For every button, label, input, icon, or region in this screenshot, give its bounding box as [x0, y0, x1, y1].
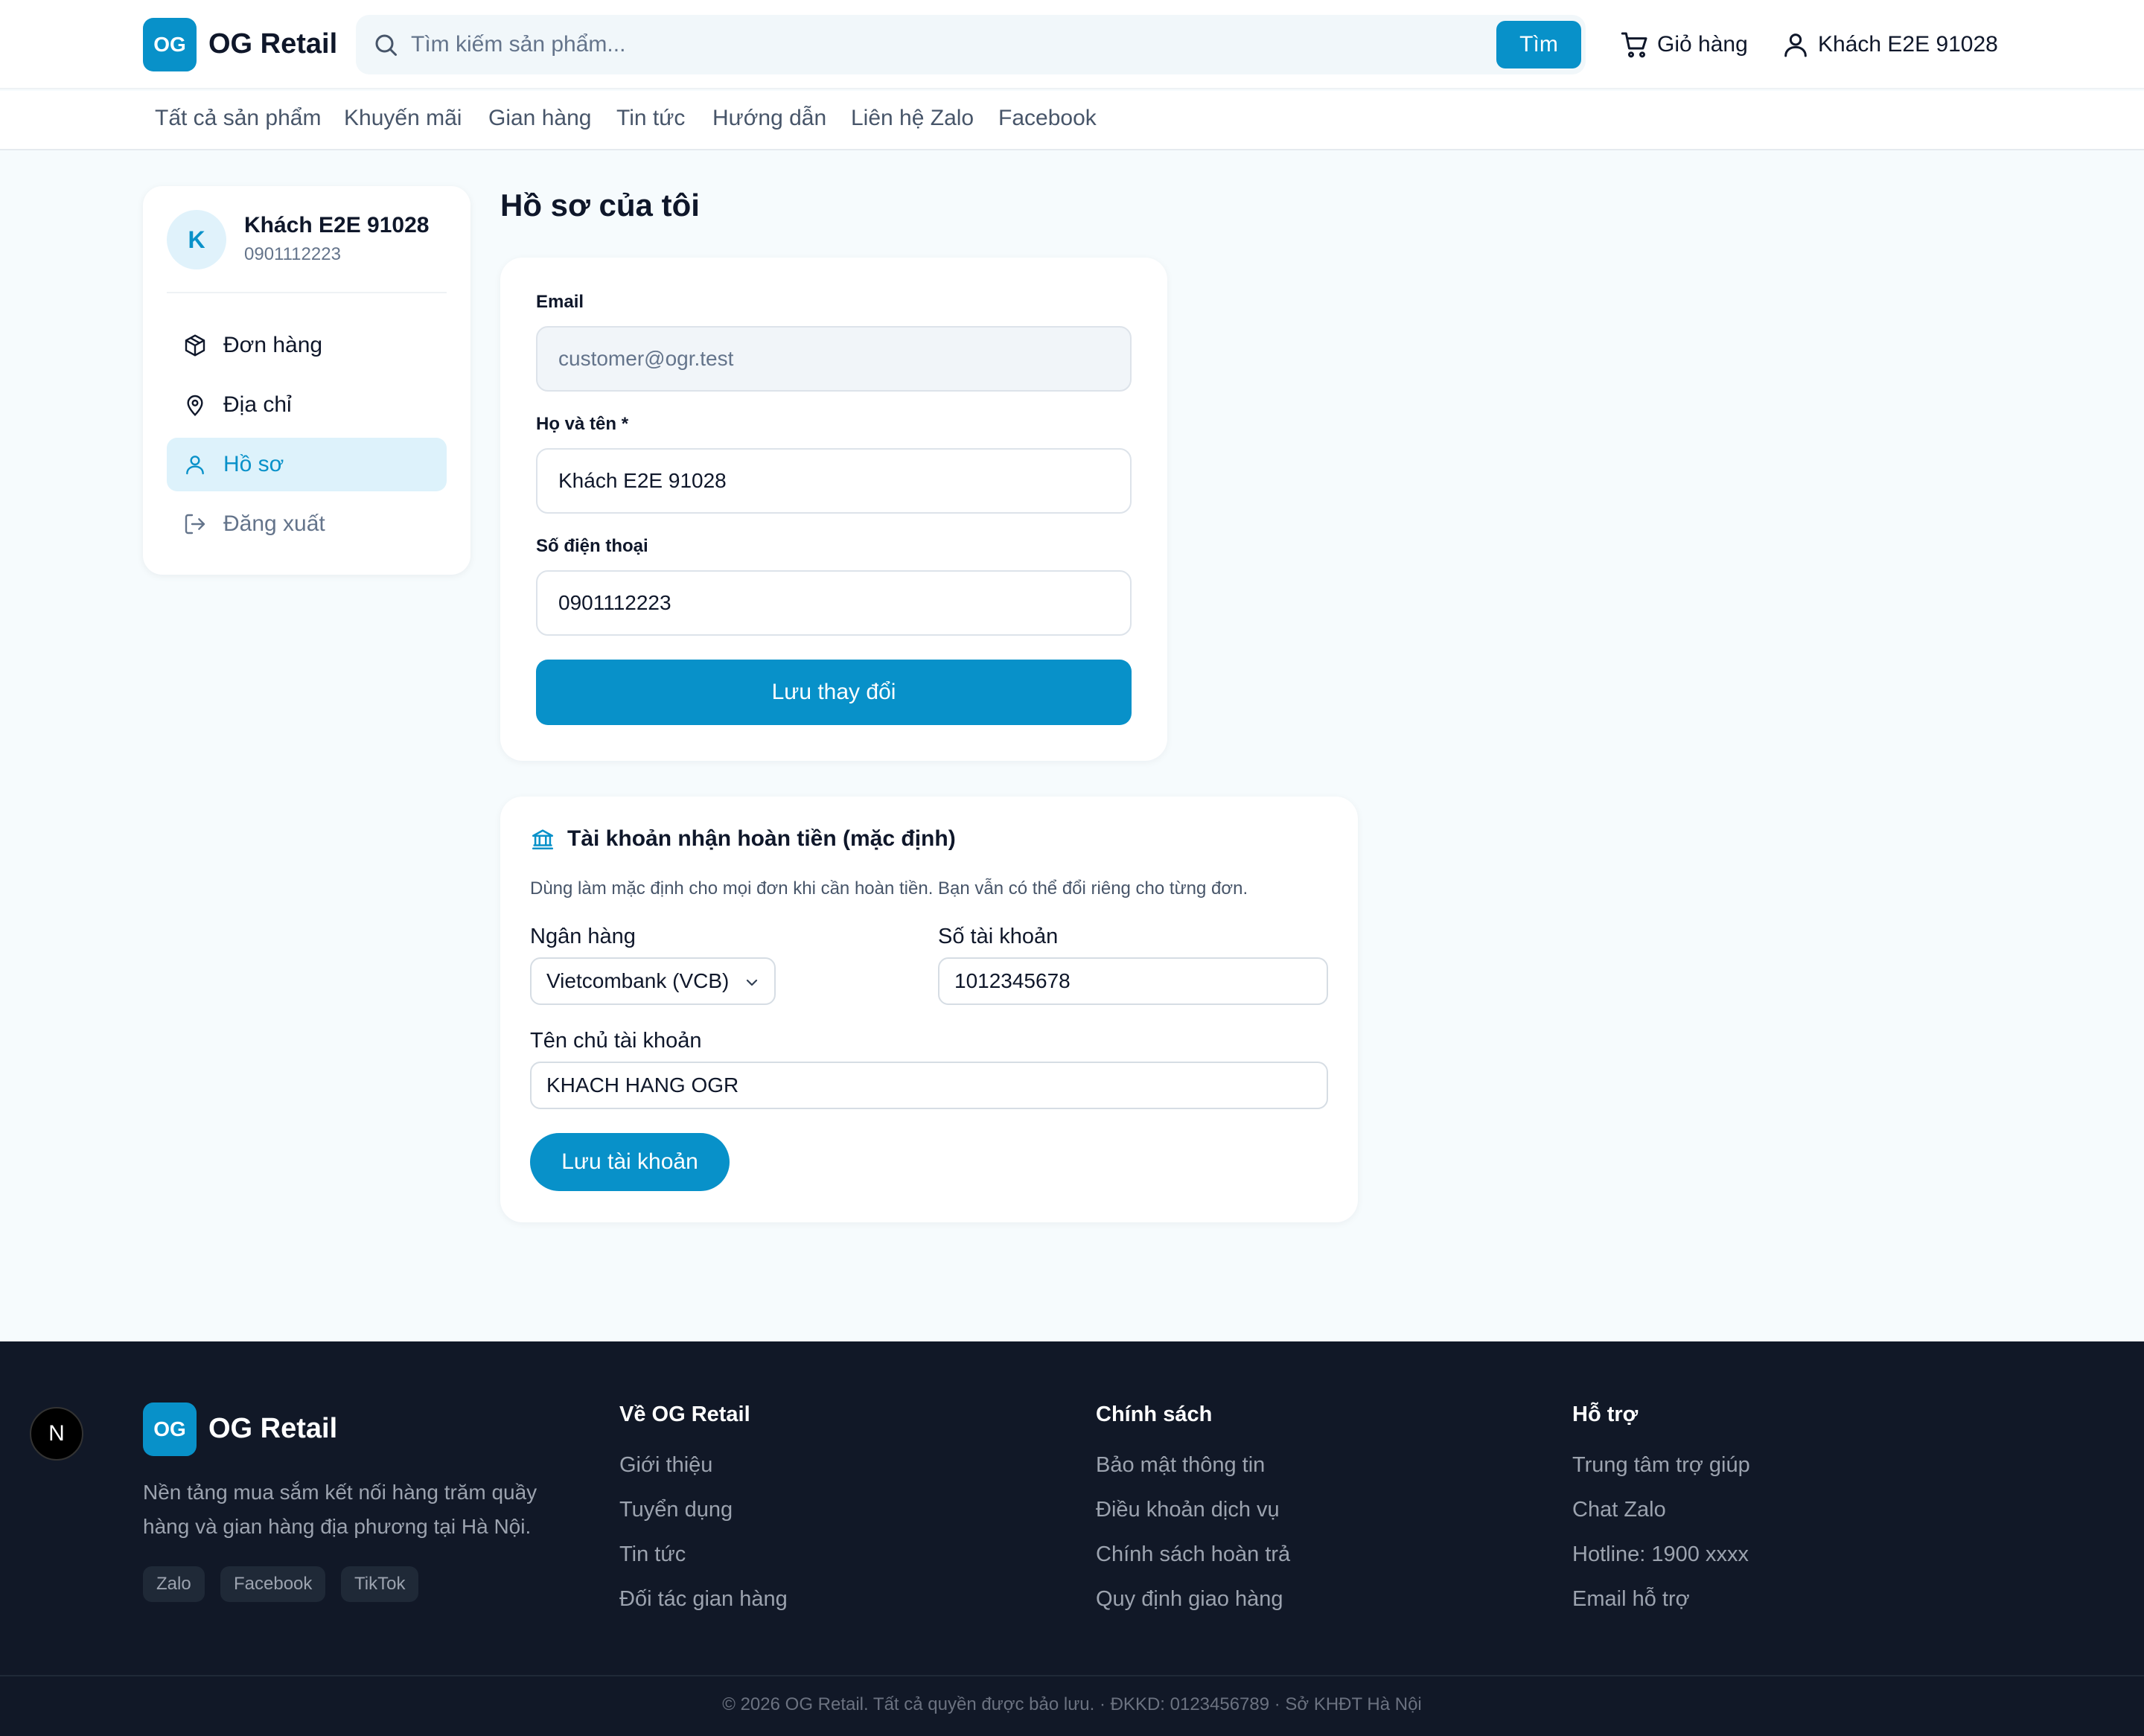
footer-divider	[0, 1675, 2144, 1676]
footer-logo-badge[interactable]: OG	[143, 1402, 197, 1456]
bank-icon	[532, 829, 554, 850]
refund-title: Tài khoản nhận hoàn tiền (mặc định)	[530, 826, 956, 852]
account-link[interactable]: Khách E2E 91028	[1781, 27, 1998, 63]
sidebar-item-label: Hồ sơ	[223, 452, 284, 476]
main-nav: Tất cả sản phẩm Khuyến mãi Gian hàng Tin…	[0, 91, 2144, 150]
search-button[interactable]: Tìm	[1496, 21, 1581, 68]
site-footer: N OG OG Retail Nền tảng mua sắm kết nối …	[0, 1341, 2144, 1736]
full-name-label: Họ và tên *	[536, 414, 629, 434]
avatar: K	[167, 210, 226, 269]
sidebar-item-addresses[interactable]: Địa chỉ	[167, 378, 447, 432]
email-label: Email	[536, 292, 584, 312]
footer-link[interactable]: Email hỗ trợ	[1572, 1587, 1690, 1612]
account-label: Khách E2E 91028	[1818, 32, 1998, 57]
cart-icon	[1621, 32, 1647, 58]
chevron-down-icon	[746, 979, 758, 986]
package-icon	[185, 334, 205, 357]
footer-link[interactable]: Quy định giao hàng	[1096, 1587, 1283, 1612]
account-sidebar: K Khách E2E 91028 0901112223 Đơn hàng Đị…	[143, 186, 470, 575]
bank-select[interactable]: Vietcombank (VCB)	[530, 957, 776, 1005]
footer-link[interactable]: Đối tác gian hàng	[619, 1587, 788, 1612]
phone-label: Số điện thoại	[536, 536, 648, 556]
footer-link[interactable]: Tin tức	[619, 1542, 686, 1567]
account-holder-label: Tên chủ tài khoản	[530, 1029, 702, 1053]
footer-col-title-support: Hỗ trợ	[1572, 1402, 1639, 1426]
sidebar-divider	[167, 292, 447, 293]
sidebar-item-profile[interactable]: Hồ sơ	[167, 438, 447, 491]
footer-link[interactable]: Chat Zalo	[1572, 1498, 1666, 1522]
refund-description: Dùng làm mặc định cho mọi đơn khi cần ho…	[530, 878, 1248, 899]
sidebar-item-label: Đơn hàng	[223, 333, 323, 357]
copyright-text: © 2026 OG Retail. Tất cả quyền được bảo …	[722, 1694, 1422, 1714]
cart-link[interactable]: Giỏ hàng	[1620, 27, 1748, 63]
save-account-button[interactable]: Lưu tài khoản	[530, 1133, 730, 1191]
footer-link[interactable]: Trung tâm trợ giúp	[1572, 1453, 1750, 1478]
nav-item-zalo[interactable]: Liên hệ Zalo	[851, 106, 974, 131]
bank-select-value: Vietcombank (VCB)	[546, 969, 730, 992]
sidebar-item-label: Đăng xuất	[223, 511, 325, 536]
footer-link[interactable]: Giới thiệu	[619, 1453, 712, 1478]
footer-col-title-about: Về OG Retail	[619, 1402, 750, 1426]
footer-description: Nền tảng mua sắm kết nối hàng trăm quầy …	[143, 1481, 537, 1538]
search-input[interactable]	[411, 22, 1304, 67]
profile-form-card: Email Họ và tên * Số điện thoại Lưu thay…	[500, 258, 1167, 761]
nav-item-stores[interactable]: Gian hàng	[488, 106, 591, 131]
account-holder-field[interactable]	[530, 1062, 1328, 1109]
search-icon	[375, 34, 397, 56]
sidebar-item-logout[interactable]: Đăng xuất	[167, 497, 447, 551]
logo-badge[interactable]: OG	[143, 18, 197, 71]
map-pin-icon	[187, 395, 203, 417]
save-changes-button[interactable]: Lưu thay đổi	[536, 660, 1132, 725]
user-icon	[1784, 33, 1807, 57]
cart-label: Giỏ hàng	[1657, 32, 1748, 57]
dev-tools-badge[interactable]: N	[30, 1407, 83, 1461]
nav-item-promotions[interactable]: Khuyến mãi	[344, 106, 462, 131]
footer-link[interactable]: Bảo mật thông tin	[1096, 1453, 1265, 1478]
sidebar-item-label: Địa chỉ	[223, 392, 292, 417]
bank-label: Ngân hàng	[530, 925, 636, 948]
logout-icon	[185, 514, 205, 534]
nav-item-guide[interactable]: Hướng dẫn	[712, 106, 826, 131]
phone-field[interactable]	[536, 570, 1132, 636]
nav-item-facebook[interactable]: Facebook	[998, 106, 1097, 131]
full-name-field[interactable]	[536, 448, 1132, 514]
social-tiktok[interactable]: TikTok	[341, 1566, 419, 1602]
footer-link[interactable]: Tuyển dụng	[619, 1498, 733, 1522]
sidebar-item-orders[interactable]: Đơn hàng	[167, 319, 447, 372]
top-header: OG OG Retail Tìm Giỏ hàng Khách E2E 9102…	[0, 0, 2144, 89]
social-facebook[interactable]: Facebook	[220, 1566, 326, 1602]
footer-link[interactable]: Điều khoản dịch vụ	[1096, 1498, 1280, 1522]
logo-text[interactable]: OG Retail	[208, 28, 337, 60]
nav-item-all-products[interactable]: Tất cả sản phẩm	[155, 106, 321, 131]
nav-item-news[interactable]: Tin tức	[616, 106, 685, 131]
page-title: Hồ sơ của tôi	[500, 188, 700, 223]
email-field[interactable]	[536, 326, 1132, 392]
account-number-label: Số tài khoản	[938, 925, 1059, 948]
refund-account-card: Tài khoản nhận hoàn tiền (mặc định) Dùng…	[500, 797, 1358, 1222]
account-number-field[interactable]	[938, 957, 1328, 1005]
footer-col-title-policy: Chính sách	[1096, 1402, 1213, 1426]
footer-logo-text[interactable]: OG Retail	[208, 1413, 337, 1445]
footer-link[interactable]: Chính sách hoàn trả	[1096, 1542, 1290, 1567]
social-zalo[interactable]: Zalo	[143, 1566, 205, 1602]
footer-link[interactable]: Hotline: 1900 xxxx	[1572, 1542, 1749, 1567]
sidebar-user-name: Khách E2E 91028	[244, 213, 430, 237]
user-icon	[186, 456, 204, 475]
sidebar-user-phone: 0901112223	[244, 244, 341, 264]
search-bar: Tìm	[356, 15, 1586, 74]
refund-title-text: Tài khoản nhận hoàn tiền (mặc định)	[567, 826, 956, 851]
